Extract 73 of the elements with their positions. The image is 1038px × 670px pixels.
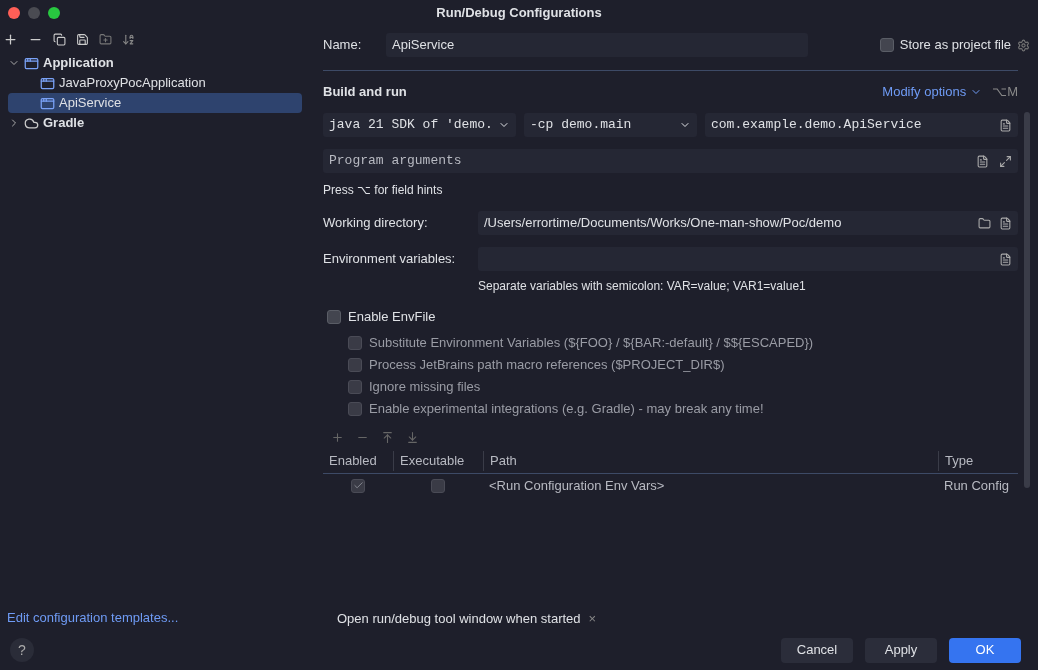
table-cell-text: Run Config (943, 476, 1011, 495)
environment-variables-label: Environment variables: (323, 250, 457, 269)
working-directory-field[interactable]: /Users/errortime/Documents/Works/One-man-show/Poc/demo (478, 211, 1018, 235)
zoom-button[interactable] (48, 6, 60, 19)
working-directory-label: Working directory: (323, 214, 429, 233)
folder-add-icon[interactable] (99, 32, 112, 46)
tree-item[interactable]: ApiService (8, 93, 302, 113)
jdk-dropdown[interactable]: java 21 SDK of 'demo. (323, 113, 516, 137)
remove-option-button[interactable]: × (588, 608, 597, 628)
settings-icon[interactable] (1017, 38, 1030, 52)
checkbox[interactable] (348, 379, 362, 394)
program-arguments-field[interactable]: Program arguments (323, 149, 1018, 173)
shortcut-hint: ⌥M (992, 83, 1018, 102)
document-icon[interactable] (976, 154, 989, 168)
table-cell-text: <Run Configuration Env Vars> (488, 476, 666, 495)
window-icon (24, 55, 39, 71)
dialog-button[interactable]: Cancel (781, 637, 853, 663)
classpath-dropdown[interactable]: -cp demo.main (524, 113, 697, 137)
checkbox[interactable] (348, 401, 362, 416)
tree-item[interactable]: Gradle (8, 113, 302, 133)
move-up-icon[interactable] (381, 430, 394, 444)
document-icon[interactable] (999, 118, 1012, 132)
ok-button[interactable]: OK (949, 637, 1021, 663)
edit-templates-link[interactable]: Edit configuration templates... (7, 608, 179, 628)
column-header[interactable]: Enabled (323, 451, 393, 471)
checkbox[interactable] (879, 38, 894, 52)
name-field[interactable]: ApiService (386, 33, 808, 57)
document-icon[interactable] (999, 216, 1012, 230)
checkbox[interactable] (431, 478, 445, 493)
checkbox[interactable] (351, 478, 365, 493)
envfile-option-label: Substitute Environment Variables (${FOO} / ${BAR:-default} / $${ESCAPED}) (369, 333, 814, 352)
dialog-button[interactable]: Apply (865, 637, 937, 663)
section-title: Build and run (323, 83, 407, 102)
window-icon (40, 95, 55, 111)
column-header[interactable]: Path (483, 451, 938, 471)
help-button[interactable]: ? (10, 638, 34, 662)
sort-icon[interactable] (122, 32, 135, 46)
name-label: Name: (323, 36, 363, 55)
window-icon (40, 75, 55, 91)
checkbox[interactable] (348, 335, 362, 350)
store-as-project-file-label: Store as project file (899, 36, 1011, 55)
document-icon[interactable] (999, 252, 1012, 266)
move-down-icon[interactable] (406, 430, 419, 444)
folder-icon[interactable] (978, 216, 991, 230)
before-launch-option: Open run/debug tool window when started (337, 608, 581, 628)
tree-item[interactable]: Application (8, 53, 302, 73)
column-header[interactable]: Executable (393, 451, 483, 471)
tree-label: Gradle (43, 114, 85, 133)
copy-icon[interactable] (53, 32, 66, 46)
scrollbar[interactable] (1024, 112, 1030, 488)
tree-item[interactable]: JavaProxyPocApplication (8, 73, 302, 93)
tree-label: JavaProxyPocApplication (59, 74, 206, 93)
checkbox[interactable] (327, 309, 341, 324)
enable-envfile-label: Enable EnvFile (348, 308, 436, 326)
envfile-option-label: Process JetBrains path macro references ($PROJECT_DIR$) (369, 355, 725, 374)
checkbox[interactable] (348, 357, 362, 372)
add-icon[interactable] (3, 31, 18, 47)
column-header[interactable]: Type (938, 451, 1018, 471)
expand-icon[interactable] (999, 154, 1012, 168)
minimize-button[interactable] (28, 6, 40, 19)
main-class-field[interactable]: com.example.demo.ApiService (705, 113, 1018, 137)
environment-variables-field[interactable] (478, 247, 1018, 271)
tree-label: ApiService (59, 94, 122, 113)
save-icon[interactable] (76, 32, 89, 46)
window-title: Run/Debug Configurations (436, 3, 602, 22)
modify-options-link[interactable]: Modify options (882, 82, 983, 102)
program-arguments-input: Program arguments (329, 151, 976, 171)
tree-label: Application (43, 54, 114, 73)
field-hint: Press ⌥ for field hints (323, 182, 444, 199)
close-button[interactable] (8, 6, 20, 19)
envfile-option-label: Enable experimental integrations (e.g. Gradle) - may break any time! (369, 399, 764, 418)
environment-variables-hint: Separate variables with semicolon: VAR=value; VAR1=value1 (478, 278, 807, 295)
envfile-option-label: Ignore missing files (369, 377, 481, 396)
